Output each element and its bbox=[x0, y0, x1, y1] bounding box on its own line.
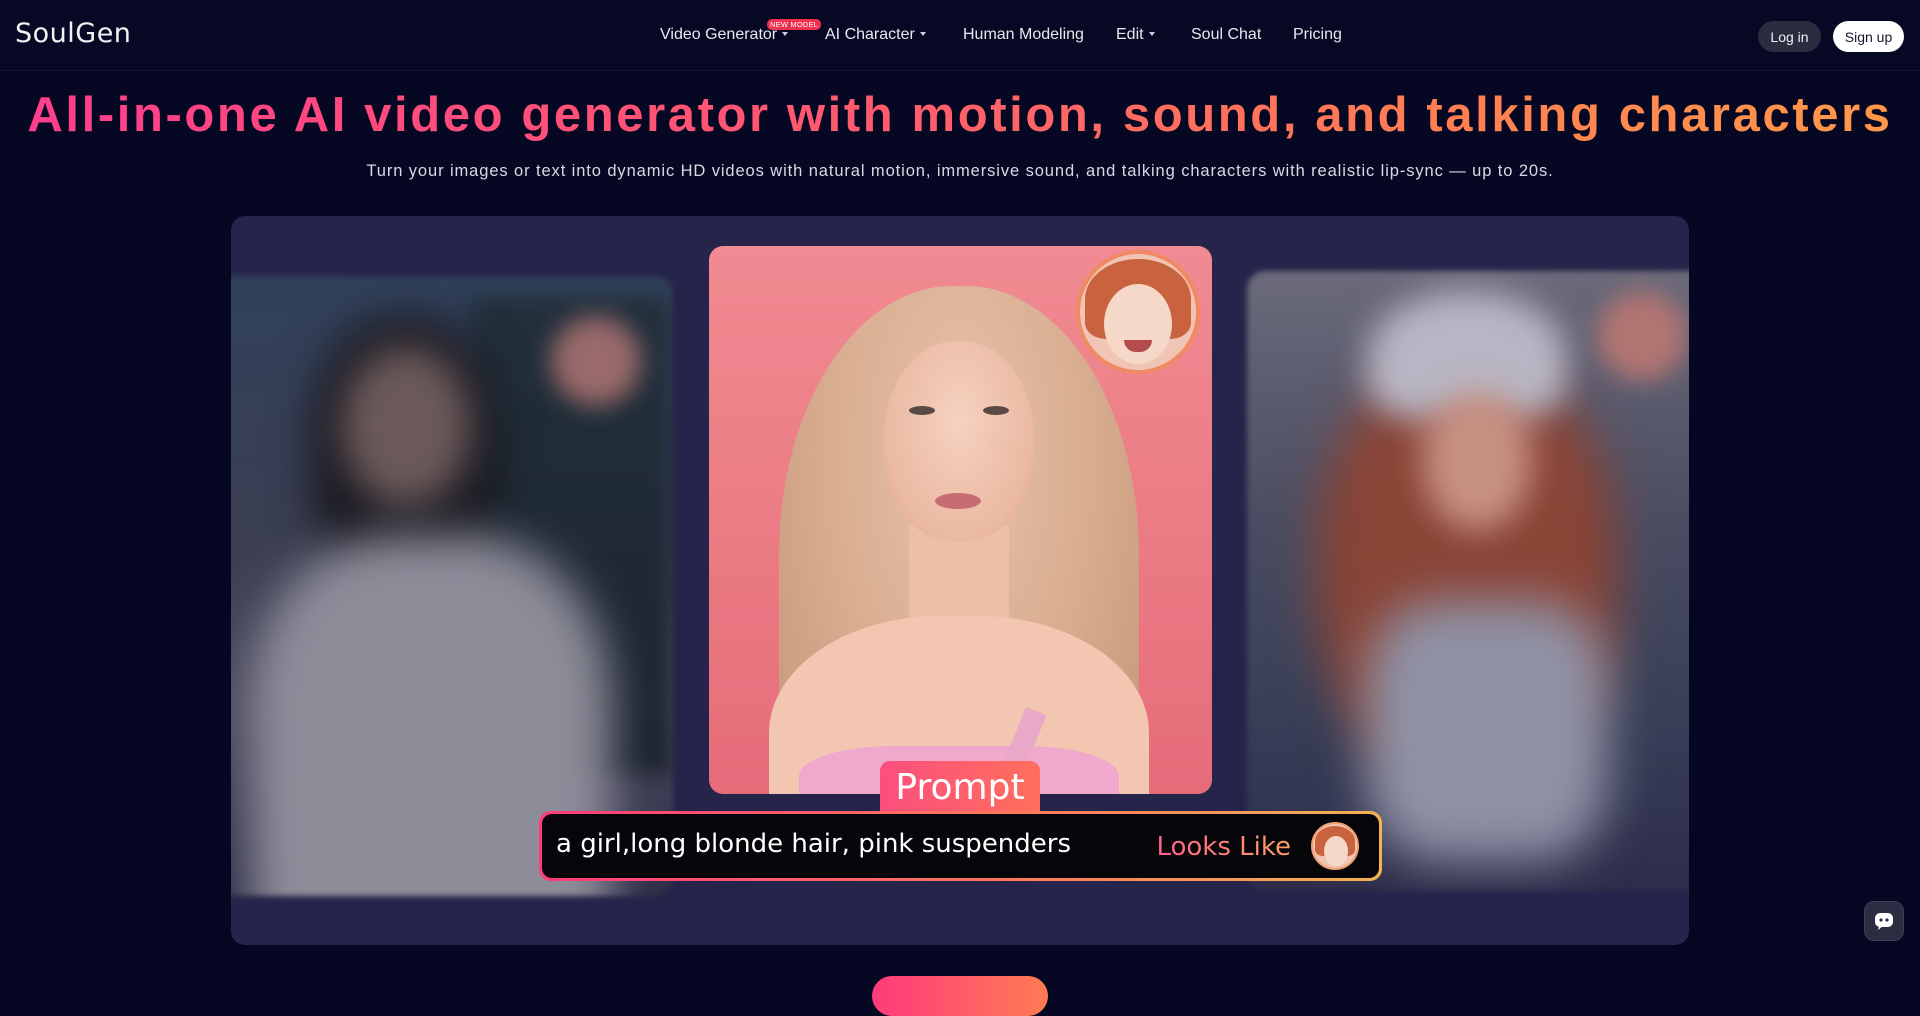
reference-avatar bbox=[1076, 250, 1200, 374]
showcase-card-left[interactable] bbox=[231, 276, 673, 896]
prompt-text: a girl,long blonde hair, pink suspenders bbox=[556, 829, 1072, 859]
nav-ai-character[interactable]: AI Character bbox=[825, 26, 926, 44]
nav-pricing[interactable]: Pricing bbox=[1293, 26, 1342, 44]
nav-human-modeling[interactable]: Human Modeling bbox=[963, 26, 1084, 44]
chevron-down-icon bbox=[1148, 31, 1155, 36]
main-menu: Video Generator NEW MODEL AI Character H… bbox=[0, 0, 1920, 71]
signup-button[interactable]: Sign up bbox=[1833, 21, 1904, 52]
chevron-down-icon bbox=[782, 31, 789, 36]
prompt-tag: Prompt bbox=[880, 761, 1040, 813]
nav-pricing-label: Pricing bbox=[1293, 26, 1342, 43]
login-button[interactable]: Log in bbox=[1758, 21, 1821, 52]
nav-edit[interactable]: Edit bbox=[1116, 26, 1155, 44]
looks-like-label: Looks Like bbox=[1156, 832, 1291, 862]
chat-bubble-icon bbox=[1875, 913, 1893, 930]
showcase-card-right[interactable] bbox=[1247, 271, 1689, 891]
nav-ai-character-label: AI Character bbox=[825, 26, 915, 43]
hero-subtitle: Turn your images or text into dynamic HD… bbox=[366, 162, 1554, 180]
nav-edit-label: Edit bbox=[1116, 26, 1144, 43]
nav-video-generator-label: Video Generator bbox=[660, 26, 778, 43]
looks-like-avatar bbox=[1311, 822, 1359, 870]
nav-soul-chat[interactable]: Soul Chat bbox=[1191, 26, 1261, 44]
top-nav: SoulGen Video Generator NEW MODEL AI Cha… bbox=[0, 0, 1920, 71]
chevron-down-icon bbox=[919, 31, 926, 36]
prompt-bar: a girl,long blonde hair, pink suspenders… bbox=[539, 811, 1382, 881]
cta-button[interactable] bbox=[872, 976, 1048, 1016]
nav-soul-chat-label: Soul Chat bbox=[1191, 26, 1262, 43]
nav-human-modeling-label: Human Modeling bbox=[963, 26, 1084, 43]
chat-widget-button[interactable] bbox=[1864, 901, 1904, 941]
hero-title: All-in-one AI video generator with motio… bbox=[0, 86, 1920, 144]
new-model-badge: NEW MODEL bbox=[767, 19, 822, 30]
